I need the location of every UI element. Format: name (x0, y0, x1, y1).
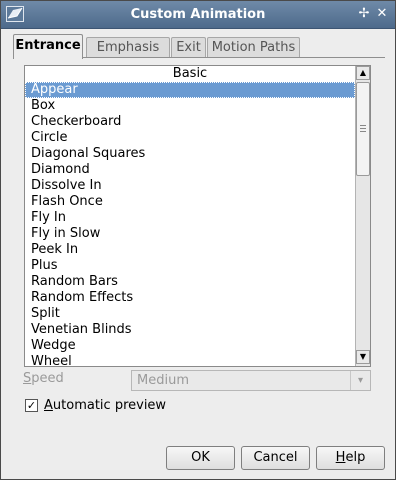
list-item[interactable]: Diamond (25, 162, 355, 178)
automatic-preview-label-rest: utomatic preview (52, 398, 167, 413)
ok-button[interactable]: OK (166, 446, 235, 470)
list-item[interactable]: Dissolve In (25, 178, 355, 194)
list-item[interactable]: Random Effects (25, 290, 355, 306)
list-group-header: Basic (172, 66, 208, 81)
chevron-down-icon[interactable]: ▾ (350, 371, 370, 390)
scrollbar-thumb[interactable] (356, 82, 370, 176)
list-item[interactable]: Diagonal Squares (25, 146, 355, 162)
list-item[interactable]: Wheel (25, 354, 355, 370)
title-bar: Custom Animation ✢ ✕ (1, 1, 395, 29)
help-mnemonic: H (335, 450, 346, 465)
list-item[interactable]: Fly In (25, 210, 355, 226)
list-item[interactable]: Wedge (25, 338, 355, 354)
close-icon[interactable]: ✕ (374, 6, 390, 22)
list-item[interactable]: Random Bars (25, 274, 355, 290)
list-item[interactable]: Flash Once (25, 194, 355, 210)
help-label-rest: elp (345, 450, 366, 465)
scroll-up-icon[interactable]: ▲ (356, 66, 370, 80)
tab-emphasis[interactable]: Emphasis (86, 37, 170, 58)
automatic-preview-checkbox[interactable]: ✓ (25, 399, 38, 412)
list-item[interactable]: Box (25, 98, 355, 114)
automatic-preview-label[interactable]: Automatic preview (44, 398, 166, 413)
list-item[interactable]: Fly in Slow (25, 226, 355, 242)
tab-entrance[interactable]: Entrance (13, 34, 83, 59)
list-item[interactable]: Checkerboard (25, 114, 355, 130)
tab-exit[interactable]: Exit (171, 37, 206, 58)
speed-value: Medium (137, 373, 189, 388)
pin-icon[interactable]: ✢ (356, 6, 372, 22)
speed-label-rest: peed (31, 371, 64, 386)
cancel-button[interactable]: Cancel (241, 446, 310, 470)
speed-label: Speed (23, 371, 64, 386)
list-item[interactable]: Peek In (25, 242, 355, 258)
automatic-preview-mnemonic: A (44, 398, 53, 413)
list-item-appear[interactable]: Appear (25, 82, 355, 98)
list-item[interactable]: Plus (25, 258, 355, 274)
vertical-scrollbar[interactable]: ▲ ▼ (355, 66, 370, 366)
speed-select[interactable]: Medium ▾ (131, 370, 371, 391)
scroll-down-icon[interactable]: ▼ (356, 350, 370, 364)
grip-line (360, 128, 366, 129)
list-item[interactable]: Circle (25, 130, 355, 146)
effects-list-items: Appear Box Checkerboard Circle Diagonal … (25, 82, 355, 370)
grip-line (360, 131, 366, 132)
list-item[interactable]: Venetian Blinds (25, 322, 355, 338)
custom-animation-dialog: Custom Animation ✢ ✕ Entrance Emphasis E… (0, 0, 396, 480)
window-title: Custom Animation (130, 7, 266, 22)
tab-motion-paths[interactable]: Motion Paths (207, 37, 300, 58)
help-button[interactable]: Help (316, 446, 385, 470)
list-item[interactable]: Split (25, 306, 355, 322)
effects-list[interactable]: Basic Appear Box Checkerboard Circle Dia… (24, 65, 371, 370)
grip-line (360, 125, 366, 126)
